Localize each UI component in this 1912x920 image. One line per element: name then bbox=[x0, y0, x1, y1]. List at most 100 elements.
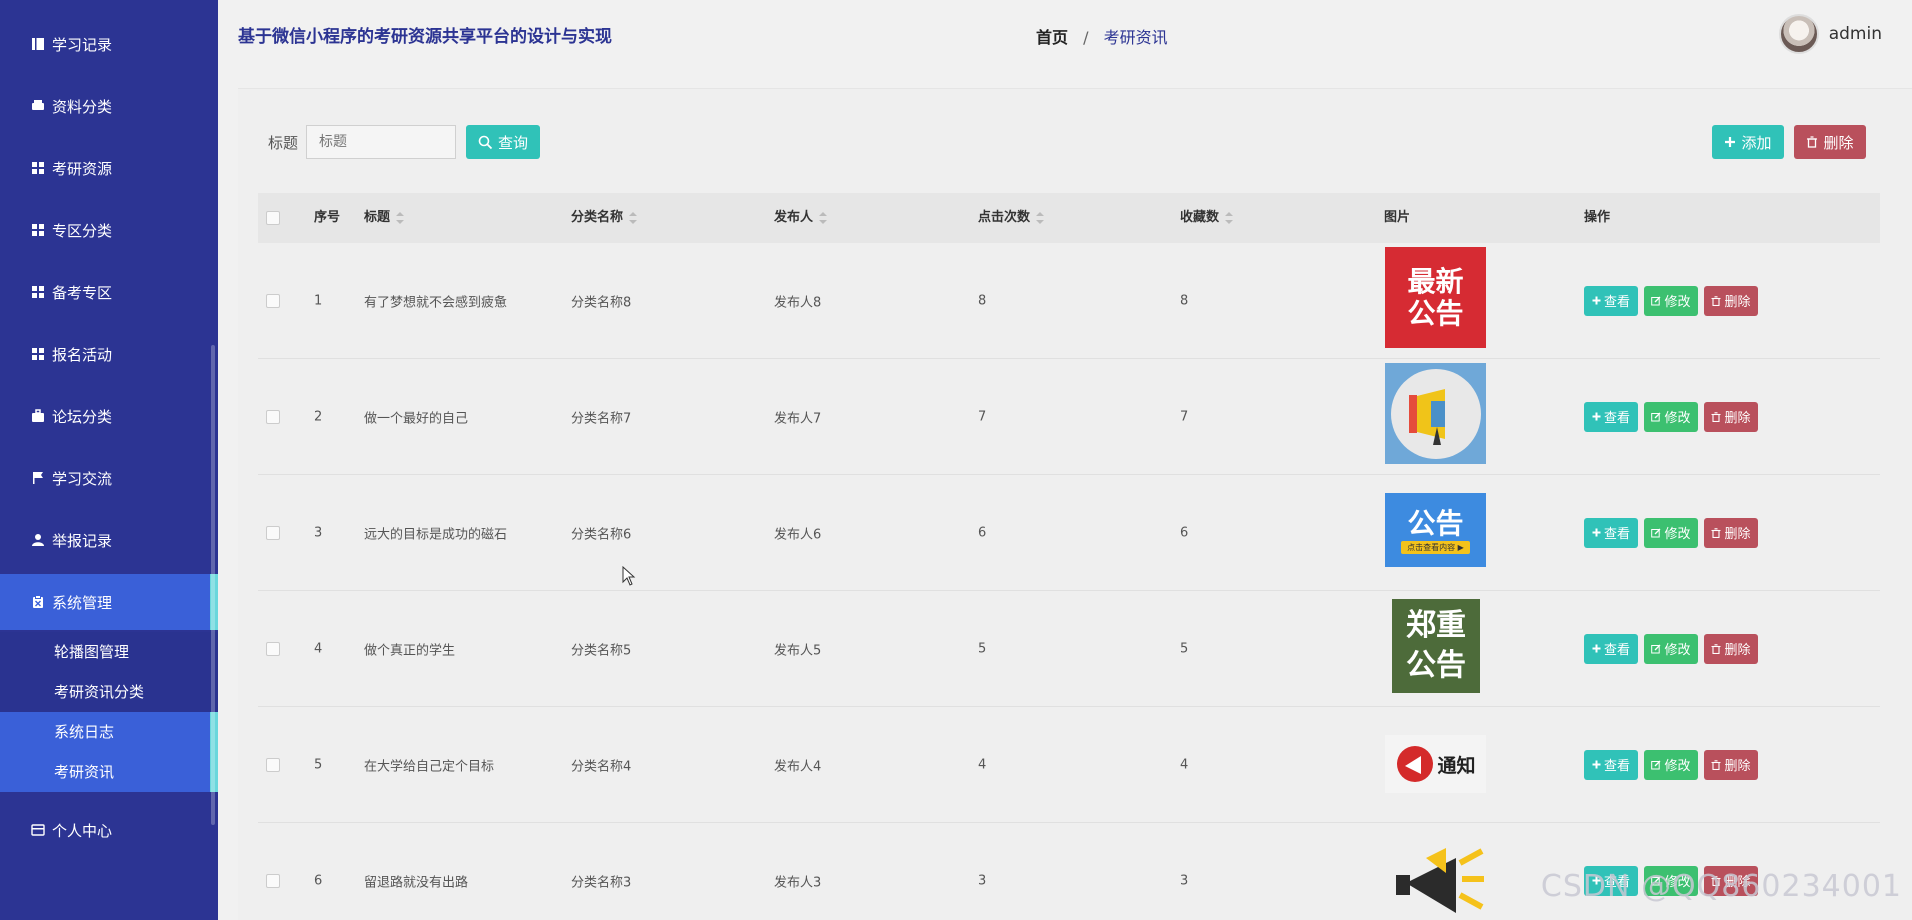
edit-button[interactable]: 修改 bbox=[1644, 517, 1698, 548]
view-button[interactable]: 查看 bbox=[1584, 285, 1638, 316]
view-button[interactable]: 查看 bbox=[1584, 633, 1638, 664]
select-all-checkbox[interactable] bbox=[266, 211, 280, 225]
submenu-item-carousel[interactable]: 轮播图管理 bbox=[0, 632, 218, 672]
cell-favorites: 3 bbox=[1180, 873, 1189, 888]
title-search-input[interactable] bbox=[306, 125, 457, 159]
table-row: 2 做一个最好的自己 分类名称7 发布人7 7 7 查看 修改 删除 bbox=[258, 359, 1880, 475]
cell-clicks: 5 bbox=[978, 641, 987, 656]
trash-icon bbox=[1711, 527, 1721, 538]
sidebar-item-zone-category[interactable]: 专区分类 bbox=[0, 202, 218, 258]
trash-icon bbox=[1711, 759, 1721, 770]
delete-button[interactable]: 删除 bbox=[1704, 633, 1758, 664]
sidebar-item-reports[interactable]: 举报记录 bbox=[0, 512, 218, 568]
query-button[interactable]: 查询 bbox=[466, 125, 541, 159]
cell-category: 分类名称5 bbox=[571, 643, 632, 658]
sidebar-item-registration[interactable]: 报名活动 bbox=[0, 326, 218, 382]
row-checkbox[interactable] bbox=[266, 757, 280, 772]
plus-icon bbox=[1592, 412, 1601, 421]
table-header: 序号 标题 分类名称 发布人 点击次数 收藏数 图片 操作 bbox=[258, 193, 1880, 243]
sidebar-item-resources[interactable]: 考研资源 bbox=[0, 140, 218, 196]
username[interactable]: admin bbox=[1829, 24, 1882, 44]
megaphone-icon bbox=[1395, 848, 1484, 913]
cell-title: 做一个最好的自己 bbox=[364, 411, 469, 426]
table-row: 1 有了梦想就不会感到疲惫 分类名称8 发布人8 8 8 最新 公告 查看 修改… bbox=[258, 243, 1880, 359]
briefcase-icon bbox=[30, 408, 46, 424]
cell-publisher: 发布人6 bbox=[774, 527, 822, 542]
sidebar-item-personal-center[interactable]: 个人中心 bbox=[0, 802, 218, 858]
cell-publisher: 发布人4 bbox=[774, 759, 822, 774]
cell-favorites: 8 bbox=[1180, 293, 1189, 308]
cell-title: 在大学给自己定个目标 bbox=[364, 759, 495, 774]
row-checkbox[interactable] bbox=[266, 641, 280, 656]
cell-favorites: 6 bbox=[1180, 525, 1189, 540]
app-title: 基于微信小程序的考研资源共享平台的设计与实现 bbox=[238, 27, 612, 47]
column-header-publisher[interactable]: 发布人 bbox=[774, 193, 828, 243]
cell-clicks: 3 bbox=[978, 873, 987, 888]
row-checkbox[interactable] bbox=[266, 525, 280, 540]
cell-clicks: 4 bbox=[978, 757, 987, 772]
sidebar-item-system-management[interactable]: 系统管理 bbox=[0, 574, 218, 630]
column-header-favorites[interactable]: 收藏数 bbox=[1180, 193, 1234, 243]
sort-icon[interactable] bbox=[629, 211, 638, 224]
plus-icon bbox=[1592, 296, 1601, 305]
row-checkbox[interactable] bbox=[266, 873, 280, 888]
trash-icon bbox=[1711, 295, 1721, 306]
cell-publisher: 发布人7 bbox=[774, 411, 822, 426]
sort-icon[interactable] bbox=[1225, 211, 1234, 224]
sidebar-item-material-category[interactable]: 资料分类 bbox=[0, 78, 218, 134]
user-menu[interactable]: admin bbox=[1778, 14, 1882, 54]
cell-category: 分类名称4 bbox=[571, 759, 632, 774]
edit-button[interactable]: 修改 bbox=[1644, 749, 1698, 780]
row-checkbox[interactable] bbox=[266, 409, 280, 424]
avatar[interactable] bbox=[1778, 14, 1819, 54]
delete-button[interactable]: 删除 bbox=[1704, 285, 1758, 316]
cell-index: 6 bbox=[314, 873, 323, 888]
submenu-item-news-category[interactable]: 考研资讯分类 bbox=[0, 672, 218, 712]
sort-icon[interactable] bbox=[1036, 211, 1045, 224]
sidebar-scrollbar[interactable] bbox=[211, 345, 215, 825]
delete-button[interactable]: 删除 bbox=[1704, 749, 1758, 780]
sidebar-item-study-records[interactable]: 学习记录 bbox=[0, 16, 218, 72]
sidebar-item-study-exchange[interactable]: 学习交流 bbox=[0, 450, 218, 506]
cell-index: 1 bbox=[314, 293, 323, 308]
add-button[interactable]: 添加 bbox=[1712, 125, 1784, 159]
cell-category: 分类名称3 bbox=[571, 875, 632, 890]
batch-delete-label: 删除 bbox=[1823, 133, 1854, 152]
sort-icon[interactable] bbox=[396, 211, 405, 224]
cell-category: 分类名称8 bbox=[571, 295, 632, 310]
view-button[interactable]: 查看 bbox=[1584, 517, 1638, 548]
delete-button[interactable]: 删除 bbox=[1704, 517, 1758, 548]
cell-favorites: 4 bbox=[1180, 757, 1189, 772]
sort-icon[interactable] bbox=[819, 211, 828, 224]
edit-button[interactable]: 修改 bbox=[1644, 285, 1698, 316]
row-actions: 查看 修改 删除 bbox=[1584, 517, 1764, 548]
cell-favorites: 7 bbox=[1180, 409, 1189, 424]
cell-favorites: 5 bbox=[1180, 641, 1189, 656]
column-header-clicks[interactable]: 点击次数 bbox=[978, 193, 1045, 243]
edit-button[interactable]: 修改 bbox=[1644, 401, 1698, 432]
column-header-title[interactable]: 标题 bbox=[364, 193, 405, 243]
row-checkbox[interactable] bbox=[266, 293, 280, 308]
view-button[interactable]: 查看 bbox=[1584, 401, 1638, 432]
submenu-item-system-log[interactable]: 系统日志 bbox=[0, 712, 218, 752]
sidebar-item-label: 系统管理 bbox=[52, 593, 113, 612]
table-row: 4 做个真正的学生 分类名称5 发布人5 5 5 郑重 公告 查看 修改 删除 bbox=[258, 591, 1880, 707]
flag-icon bbox=[30, 470, 46, 486]
column-header-category[interactable]: 分类名称 bbox=[571, 193, 638, 243]
edit-button[interactable]: 修改 bbox=[1644, 633, 1698, 664]
view-button[interactable]: 查看 bbox=[1584, 749, 1638, 780]
trash-icon bbox=[1711, 643, 1721, 654]
sidebar-item-label: 学习交流 bbox=[52, 469, 113, 488]
grid-icon bbox=[30, 160, 46, 176]
search-icon bbox=[478, 135, 493, 149]
delete-button[interactable]: 删除 bbox=[1704, 401, 1758, 432]
cell-clicks: 8 bbox=[978, 293, 987, 308]
breadcrumb-home[interactable]: 首页 bbox=[1036, 28, 1068, 47]
batch-delete-button[interactable]: 删除 bbox=[1794, 125, 1866, 159]
sidebar-item-forum-category[interactable]: 论坛分类 bbox=[0, 388, 218, 444]
submenu-item-news[interactable]: 考研资讯 bbox=[0, 752, 218, 792]
cell-index: 2 bbox=[314, 409, 323, 424]
table-row: 3 远大的目标是成功的磁石 分类名称6 发布人6 6 6 公告 点击查看内容 ▶… bbox=[258, 475, 1880, 591]
sidebar-item-prep-zone[interactable]: 备考专区 bbox=[0, 264, 218, 320]
cell-clicks: 6 bbox=[978, 525, 987, 540]
